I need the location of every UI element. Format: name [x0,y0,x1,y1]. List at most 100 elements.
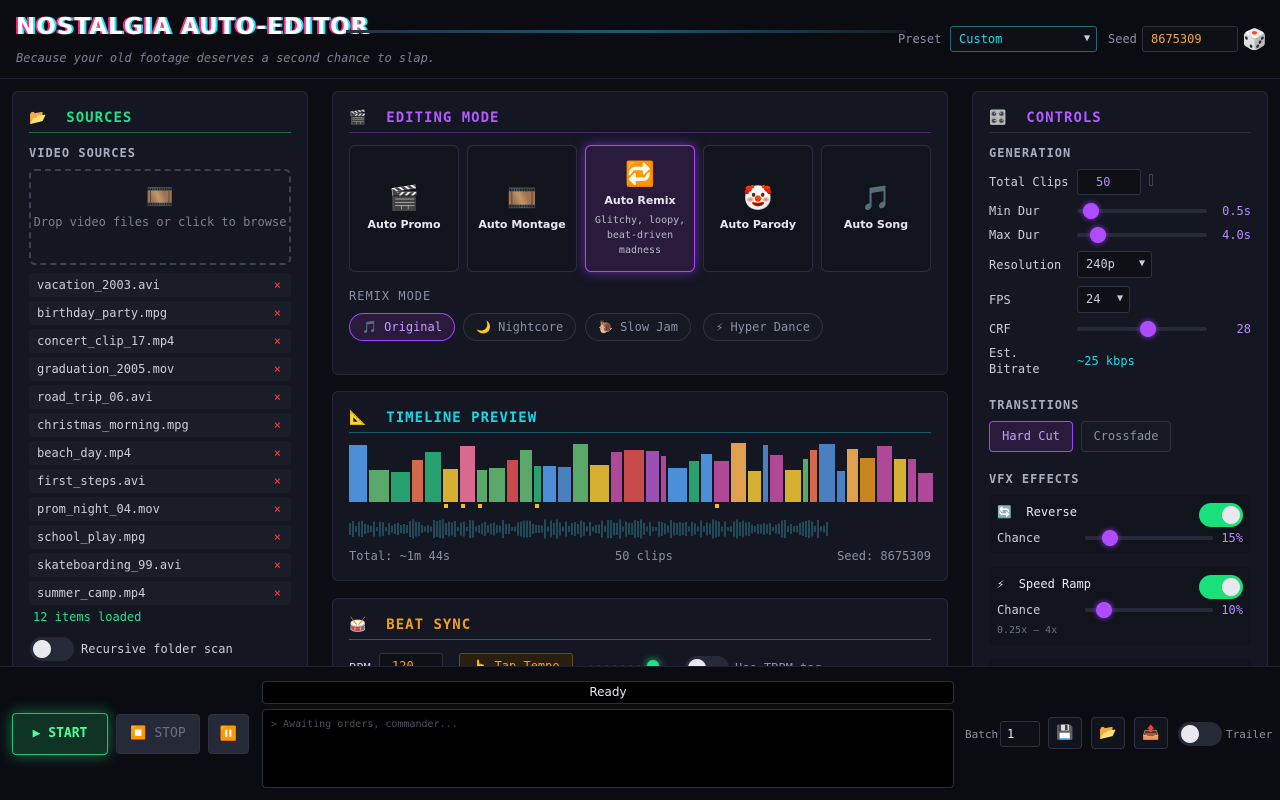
slider-thumb[interactable] [1090,227,1106,243]
waveform-bar [349,523,351,535]
waveform-bar [661,522,663,536]
file-list-item[interactable]: graduation_2005.mov × [29,357,291,381]
recursive-scan-toggle[interactable] [30,637,74,661]
file-list-item[interactable]: road_trip_06.avi × [29,385,291,409]
fps-label: FPS [989,293,1011,307]
stop-button[interactable]: ⏹️ STOP [116,714,200,754]
waveform-bar [499,525,501,533]
waveform-bar [550,520,552,538]
timeline-total: Total: ~1m 44s [349,549,451,563]
remove-file-icon[interactable]: × [274,525,281,549]
slider-thumb[interactable] [1140,321,1156,337]
remove-file-icon[interactable]: × [274,273,281,297]
remove-file-icon[interactable]: × [274,469,281,493]
min-dur-slider[interactable] [1077,203,1207,219]
drop-zone[interactable]: 🎞️ Drop video files or click to browse [29,169,291,265]
timeline-clip [460,446,475,502]
slider-thumb[interactable] [1102,530,1118,546]
trailer-toggle[interactable] [1178,722,1222,746]
file-list-item[interactable]: beach_day.mp4 × [29,441,291,465]
slider-thumb[interactable] [1083,203,1099,219]
reverse-toggle[interactable] [1199,503,1243,527]
timeline-clip [847,449,858,502]
mode-card-auto-promo[interactable]: 🎬 Auto Promo [349,145,459,272]
reverse-chance-slider[interactable] [1085,530,1213,546]
waveform-bar [649,522,651,536]
total-clips-input[interactable]: 50 [1077,169,1141,195]
speed-chance-slider[interactable] [1085,602,1213,618]
remove-file-icon[interactable]: × [274,301,281,325]
waveform-bar [769,523,771,535]
max-dur-slider[interactable] [1077,227,1207,243]
waveform-bar [529,521,531,537]
waveform-bar [355,526,357,532]
preset-select[interactable]: Custom ▼ [950,26,1097,52]
remove-file-icon[interactable]: × [274,357,281,381]
pause-button[interactable]: ⏸️ [208,714,249,754]
waveform-bar [730,526,732,532]
waveform-bar [742,520,744,538]
waveform-bar [379,521,381,537]
fps-select[interactable]: 24 ▼ [1077,286,1130,313]
stepper-icon[interactable] [1149,174,1153,186]
file-list-item[interactable]: vacation_2003.avi × [29,273,291,297]
remix-mode-pill[interactable]: 🎵 Original [349,313,455,341]
mode-card-auto-song[interactable]: 🎵 Auto Song [821,145,931,272]
waveform-bar [421,525,423,533]
file-list-item[interactable]: first_steps.avi × [29,469,291,493]
editing-mode-panel: 🎬 EDITING MODE 🎬 Auto Promo 🎞️ Auto Montage… [332,91,948,375]
waveform-bar [505,524,507,534]
waveform-bar [586,526,588,532]
folder-icon[interactable]: 📂 [1091,717,1125,749]
waveform-bar [523,520,525,538]
timeline-visual [349,443,933,539]
speed-ramp-label: Speed Ramp [1018,577,1091,591]
remove-file-icon[interactable]: × [274,553,281,577]
remove-file-icon[interactable]: × [274,581,281,605]
file-list-item[interactable]: christmas_morning.mpg × [29,413,291,437]
mode-card-auto-remix[interactable]: 🔁 Auto Remix Glitchy, loopy, beat-driven m… [585,145,695,272]
waveform-bar [655,527,657,531]
reverse-effect-card: 🔄 Reverse Chance 15% [989,495,1251,553]
waveform-bar [619,519,621,539]
waveform-bar [625,521,627,537]
batch-input[interactable]: 1 [1000,721,1040,747]
timeline-clip [507,460,518,502]
remove-file-icon[interactable]: × [274,441,281,465]
waveform-bar [403,524,405,534]
remix-mode-pill[interactable]: 🌙 Nightcore [463,313,577,341]
file-name: christmas_morning.mpg [37,418,189,432]
dice-icon[interactable]: 🎲 [1242,26,1267,52]
file-list-item[interactable]: concert_clip_17.mp4 × [29,329,291,353]
remove-file-icon[interactable]: × [274,413,281,437]
start-button[interactable]: ▶ START [12,713,108,755]
trailer-label: Trailer [1226,728,1273,741]
mode-card-auto-montage[interactable]: 🎞️ Auto Montage [467,145,577,272]
status-bar: Ready [262,681,954,704]
timeline-clip [443,469,458,502]
remove-file-icon[interactable]: × [274,385,281,409]
remix-mode-pill[interactable]: ⚡ Hyper Dance [703,313,823,341]
resolution-select[interactable]: 240p ▼ [1077,251,1152,278]
export-icon[interactable]: 📤 [1134,717,1168,749]
timeline-seed: Seed: 8675309 [837,549,931,563]
file-list-item[interactable]: birthday_party.mpg × [29,301,291,325]
mode-card-auto-parody[interactable]: 🤡 Auto Parody [703,145,813,272]
file-list-item[interactable]: prom_night_04.mov × [29,497,291,521]
seed-input[interactable]: 8675309 [1142,26,1238,52]
slider-thumb[interactable] [1096,602,1112,618]
save-icon[interactable]: 💾 [1048,717,1082,749]
remove-file-icon[interactable]: × [274,497,281,521]
crossfade-button[interactable]: Crossfade [1081,421,1171,452]
hard-cut-button[interactable]: Hard Cut [989,421,1073,452]
file-list-item[interactable]: skateboarding_99.avi × [29,553,291,577]
speed-ramp-toggle[interactable] [1199,575,1243,599]
generation-label: GENERATION [989,146,1072,160]
timeline-clip [477,470,487,502]
remove-file-icon[interactable]: × [274,329,281,353]
crf-slider[interactable] [1077,321,1207,337]
reverse-chance-label: Chance [997,531,1041,545]
remix-mode-pill[interactable]: 🐌 Slow Jam [585,313,691,341]
file-list-item[interactable]: school_play.mpg × [29,525,291,549]
file-list-item[interactable]: summer_camp.mp4 × [29,581,291,605]
